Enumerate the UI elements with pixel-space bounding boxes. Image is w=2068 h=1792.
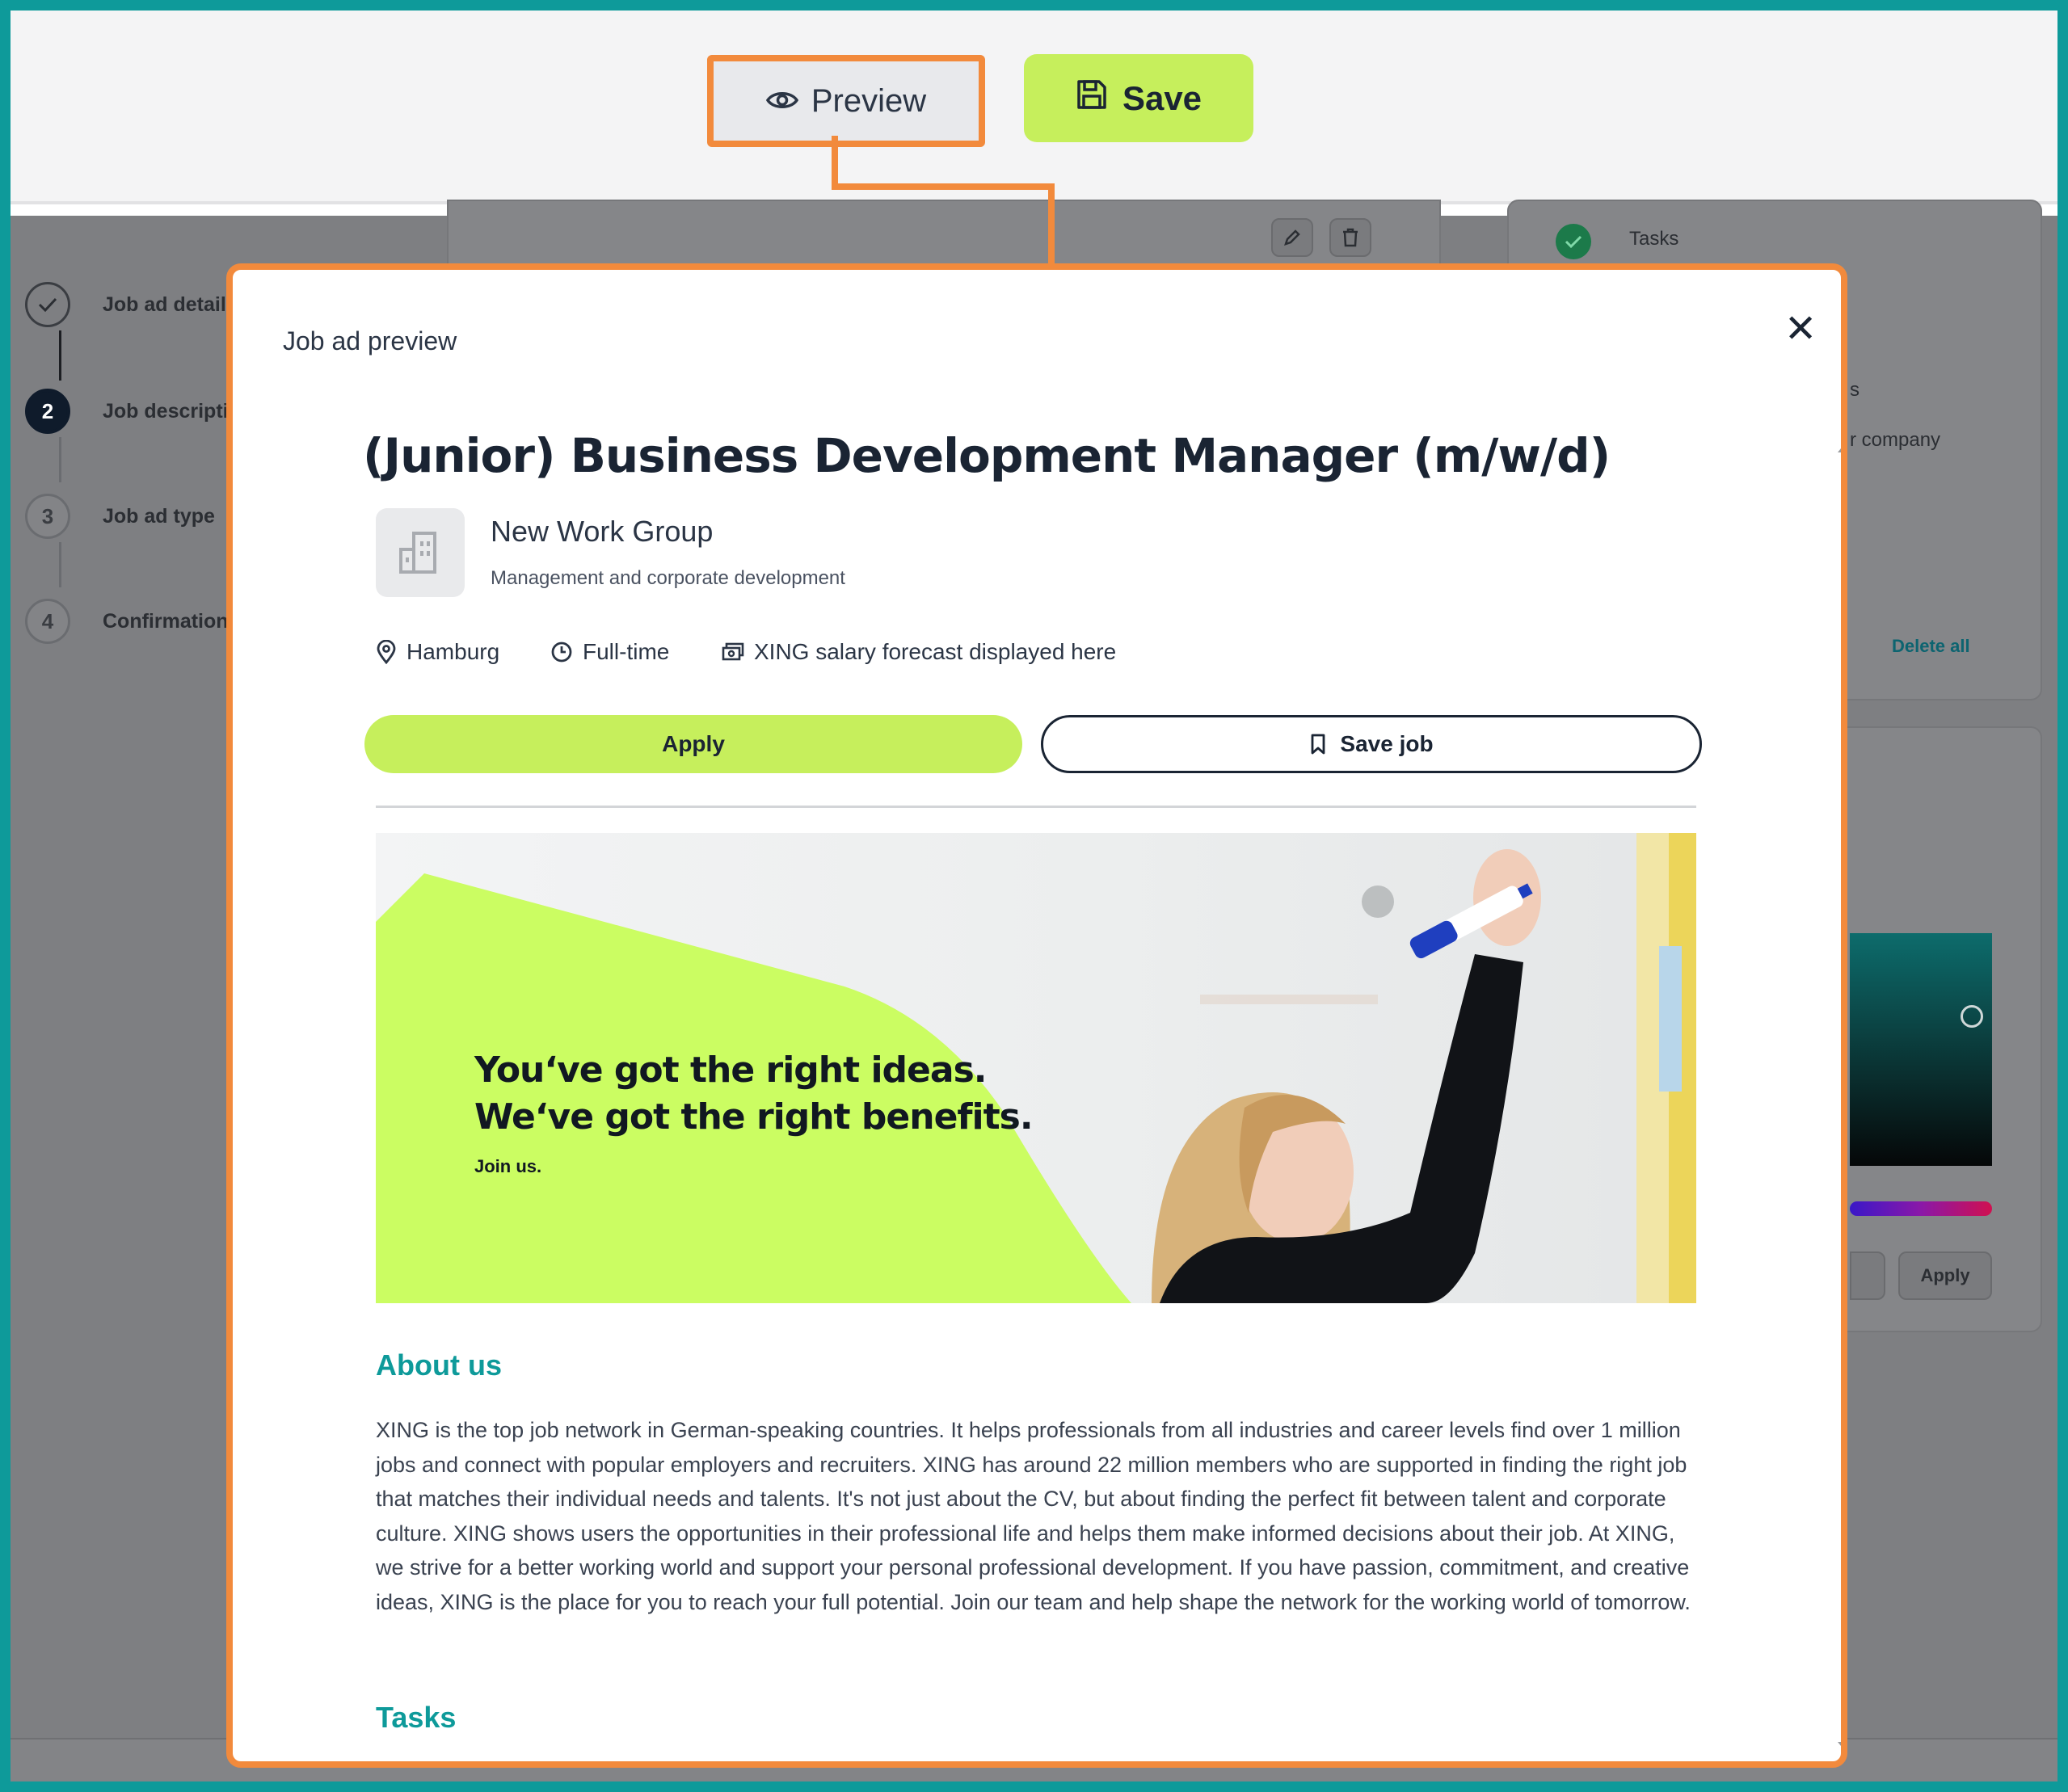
partial-text: r company — [1850, 429, 1941, 451]
employment-type-text: Full-time — [583, 639, 670, 664]
step-number: 4 — [25, 599, 70, 644]
step-job-ad-details[interactable]: Job ad details — [25, 282, 238, 327]
building-icon — [399, 532, 436, 574]
save-job-label: Save job — [1340, 731, 1434, 756]
tasks-heading: Tasks — [376, 1701, 457, 1734]
banner-headline-line: You‘ve got the right ideas. — [474, 1050, 987, 1091]
location-pin-icon — [377, 640, 396, 664]
save-button-label: Save — [1122, 78, 1202, 117]
step-label: Job descriptio — [103, 399, 241, 423]
preview-button-label: Preview — [811, 82, 927, 119]
clock-icon — [551, 642, 572, 663]
app-frame: Preview Save Job ad details 2 Job descri… — [11, 11, 2057, 1781]
callout-connector — [832, 136, 838, 190]
partial-text: s — [1850, 379, 1860, 401]
tasks-checklist-label: Tasks — [1629, 228, 1679, 250]
step-label: Job ad type — [103, 504, 215, 528]
color-picker-handle[interactable] — [1961, 1005, 1983, 1028]
preview-button[interactable]: Preview — [707, 55, 985, 147]
step-job-description[interactable]: 2 Job descriptio — [25, 389, 241, 434]
banner-subline: Join us. — [474, 1156, 542, 1176]
delete-all-link[interactable]: Delete all — [1892, 636, 1970, 657]
about-us-text: XING is the top job network in German-sp… — [376, 1418, 1691, 1614]
money-icon — [722, 642, 744, 661]
check-circle-icon — [1556, 224, 1591, 259]
company-name[interactable]: New Work Group — [491, 515, 713, 549]
scroll-up-icon[interactable] — [1838, 444, 1841, 452]
step-job-ad-type[interactable]: 3 Job ad type — [25, 494, 215, 539]
about-us-heading: About us — [376, 1348, 502, 1382]
close-icon[interactable]: ✕ — [1784, 310, 1817, 349]
step-number: 2 — [25, 389, 70, 434]
job-ad-preview-modal: Job ad preview ✕ (Junior) Business Devel… — [226, 263, 1847, 1768]
trash-icon[interactable] — [1329, 218, 1371, 257]
scrollbar-thumb[interactable] — [1841, 464, 1847, 1319]
top-toolbar: Preview Save — [11, 11, 2057, 204]
eye-icon — [765, 83, 798, 120]
scroll-down-icon[interactable] — [1838, 1742, 1841, 1750]
employment-type-meta: Full-time — [550, 639, 669, 665]
save-button[interactable]: Save — [1024, 54, 1253, 142]
step-connector — [59, 542, 61, 587]
callout-connector — [832, 183, 1055, 190]
location-meta: Hamburg — [376, 639, 499, 665]
banner-headline-line: We‘ve got the right benefits. — [474, 1096, 1034, 1138]
color-input[interactable] — [1850, 1251, 1885, 1300]
salary-meta: XING salary forecast displayed here — [722, 639, 1116, 665]
apply-color-button[interactable]: Apply — [1898, 1251, 1992, 1300]
apply-button[interactable]: Apply — [364, 715, 1022, 773]
edit-icon[interactable] — [1271, 218, 1313, 257]
floppy-disk-icon — [1076, 78, 1108, 119]
banner-headline: You‘ve got the right ideas. We‘ve got th… — [474, 1047, 1034, 1141]
step-connector — [59, 330, 61, 381]
employer-banner-image: You‘ve got the right ideas. We‘ve got th… — [376, 833, 1696, 1303]
bookmark-icon — [1312, 734, 1325, 755]
color-gradient-area[interactable] — [1850, 933, 1992, 1166]
company-logo — [376, 508, 465, 597]
salary-text: XING salary forecast displayed here — [754, 639, 1117, 664]
job-title: (Junior) Business Development Manager (m… — [363, 428, 1611, 483]
step-label: Confirmation — [103, 609, 229, 633]
step-connector — [59, 437, 61, 482]
step-confirmation[interactable]: 4 Confirmation — [25, 599, 229, 644]
step-label: Job ad details — [103, 292, 238, 316]
modal-title: Job ad preview — [283, 326, 457, 355]
hue-slider[interactable] — [1850, 1201, 1992, 1216]
callout-connector — [1048, 183, 1055, 264]
save-job-button[interactable]: Save job — [1041, 715, 1702, 773]
step-check-icon — [25, 282, 70, 327]
company-category: Management and corporate development — [491, 567, 845, 589]
divider — [376, 806, 1696, 808]
step-number: 3 — [25, 494, 70, 539]
location-text: Hamburg — [406, 639, 500, 664]
